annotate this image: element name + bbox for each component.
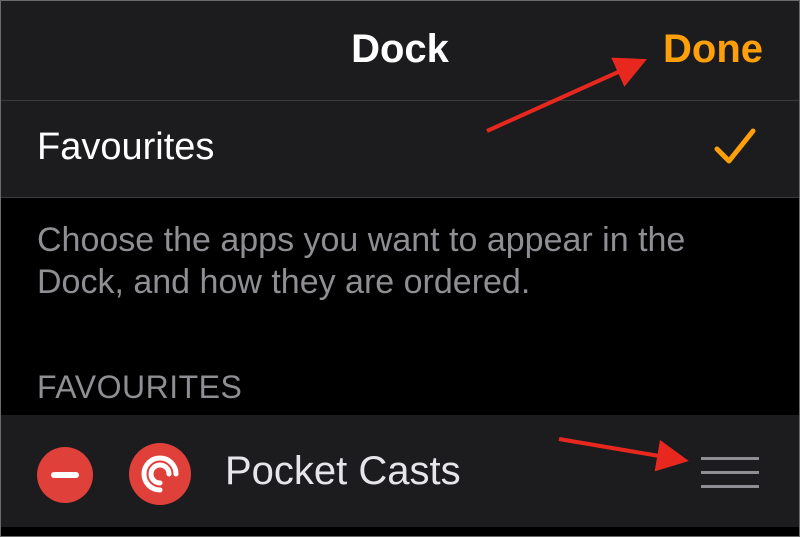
checkmark-icon [714, 128, 756, 164]
app-name: Pocket Casts [225, 449, 461, 493]
reorder-handle-icon[interactable] [701, 453, 761, 493]
section-header-favourites: FAVOURITES [37, 369, 243, 405]
minus-circle-icon[interactable] [37, 447, 93, 503]
favourites-option-row[interactable]: Favourites [1, 101, 799, 197]
option-divider [1, 197, 799, 198]
dock-description: Choose the apps you want to appear in th… [37, 221, 686, 301]
navigation-bar: Dock Done [1, 1, 799, 100]
favourites-option-label: Favourites [37, 126, 215, 168]
list-item: Pocket Casts [1, 415, 799, 527]
reorder-line [701, 485, 759, 488]
done-button[interactable]: Done [663, 27, 763, 72]
reorder-line [701, 471, 759, 474]
minus-bar [51, 472, 79, 478]
reorder-line [701, 457, 759, 460]
pocket-casts-icon [129, 443, 191, 505]
dock-settings-screen: Dock Done Favourites Choose the apps you… [0, 0, 800, 537]
